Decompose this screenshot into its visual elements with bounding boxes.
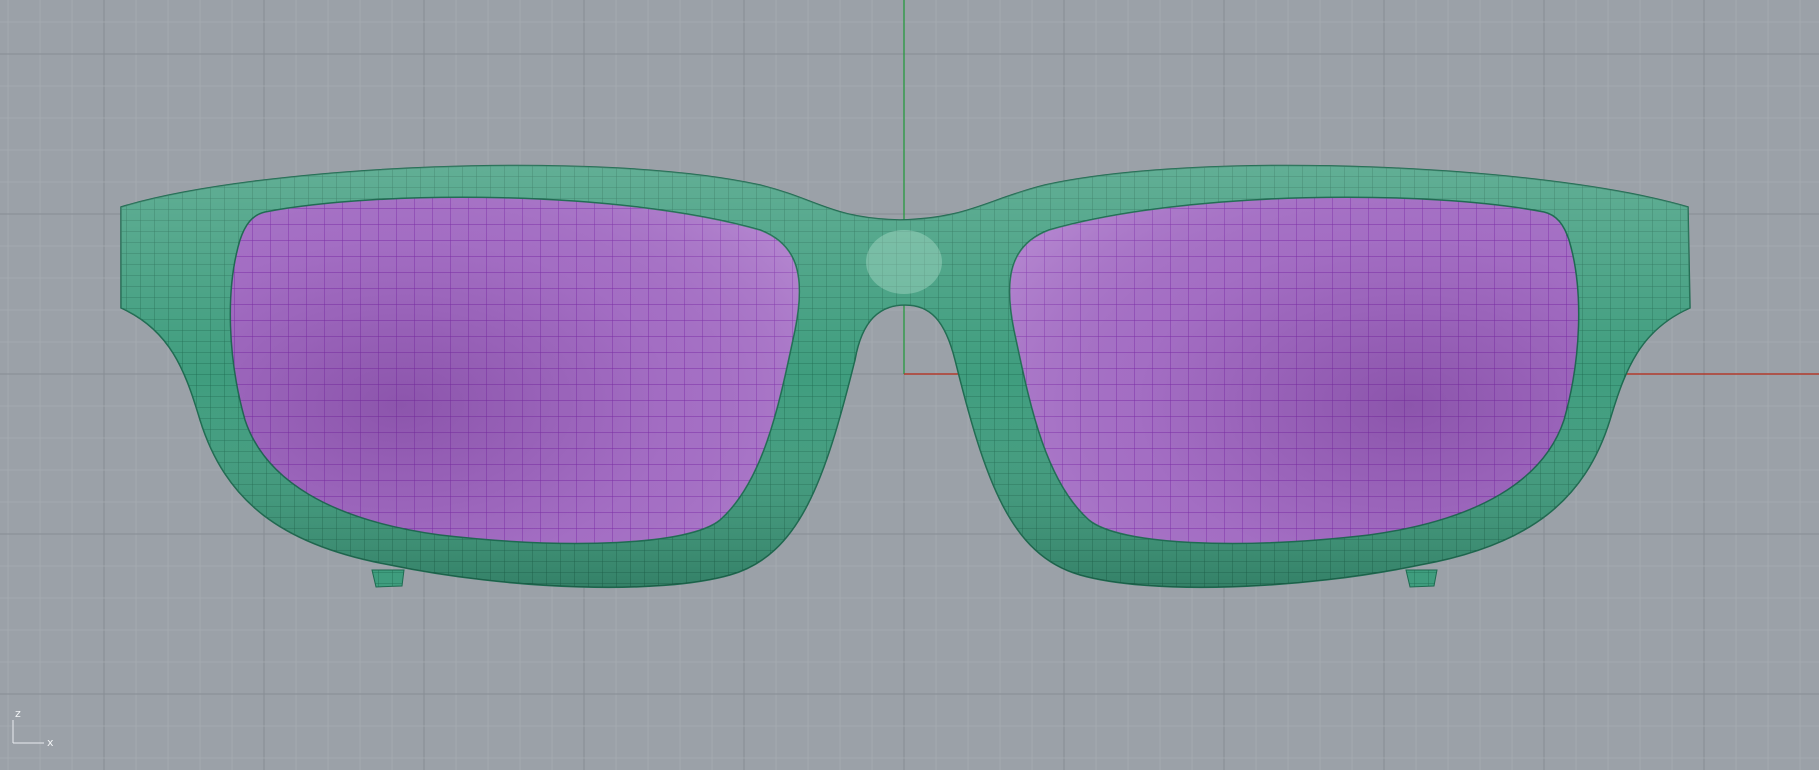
viewport-canvas[interactable]: z x: [0, 0, 1819, 770]
left-lens[interactable]: [229, 196, 801, 545]
axis-gizmo: z x: [12, 707, 54, 749]
viewport-front[interactable]: z x: [0, 0, 1819, 770]
gizmo-z-label: z: [15, 707, 21, 720]
bridge-highlight: [866, 230, 942, 294]
right-nose-pad[interactable]: [1405, 569, 1438, 588]
left-nose-pad[interactable]: [371, 569, 405, 588]
gizmo-x-label: x: [47, 736, 54, 749]
right-lens[interactable]: [1008, 196, 1580, 545]
